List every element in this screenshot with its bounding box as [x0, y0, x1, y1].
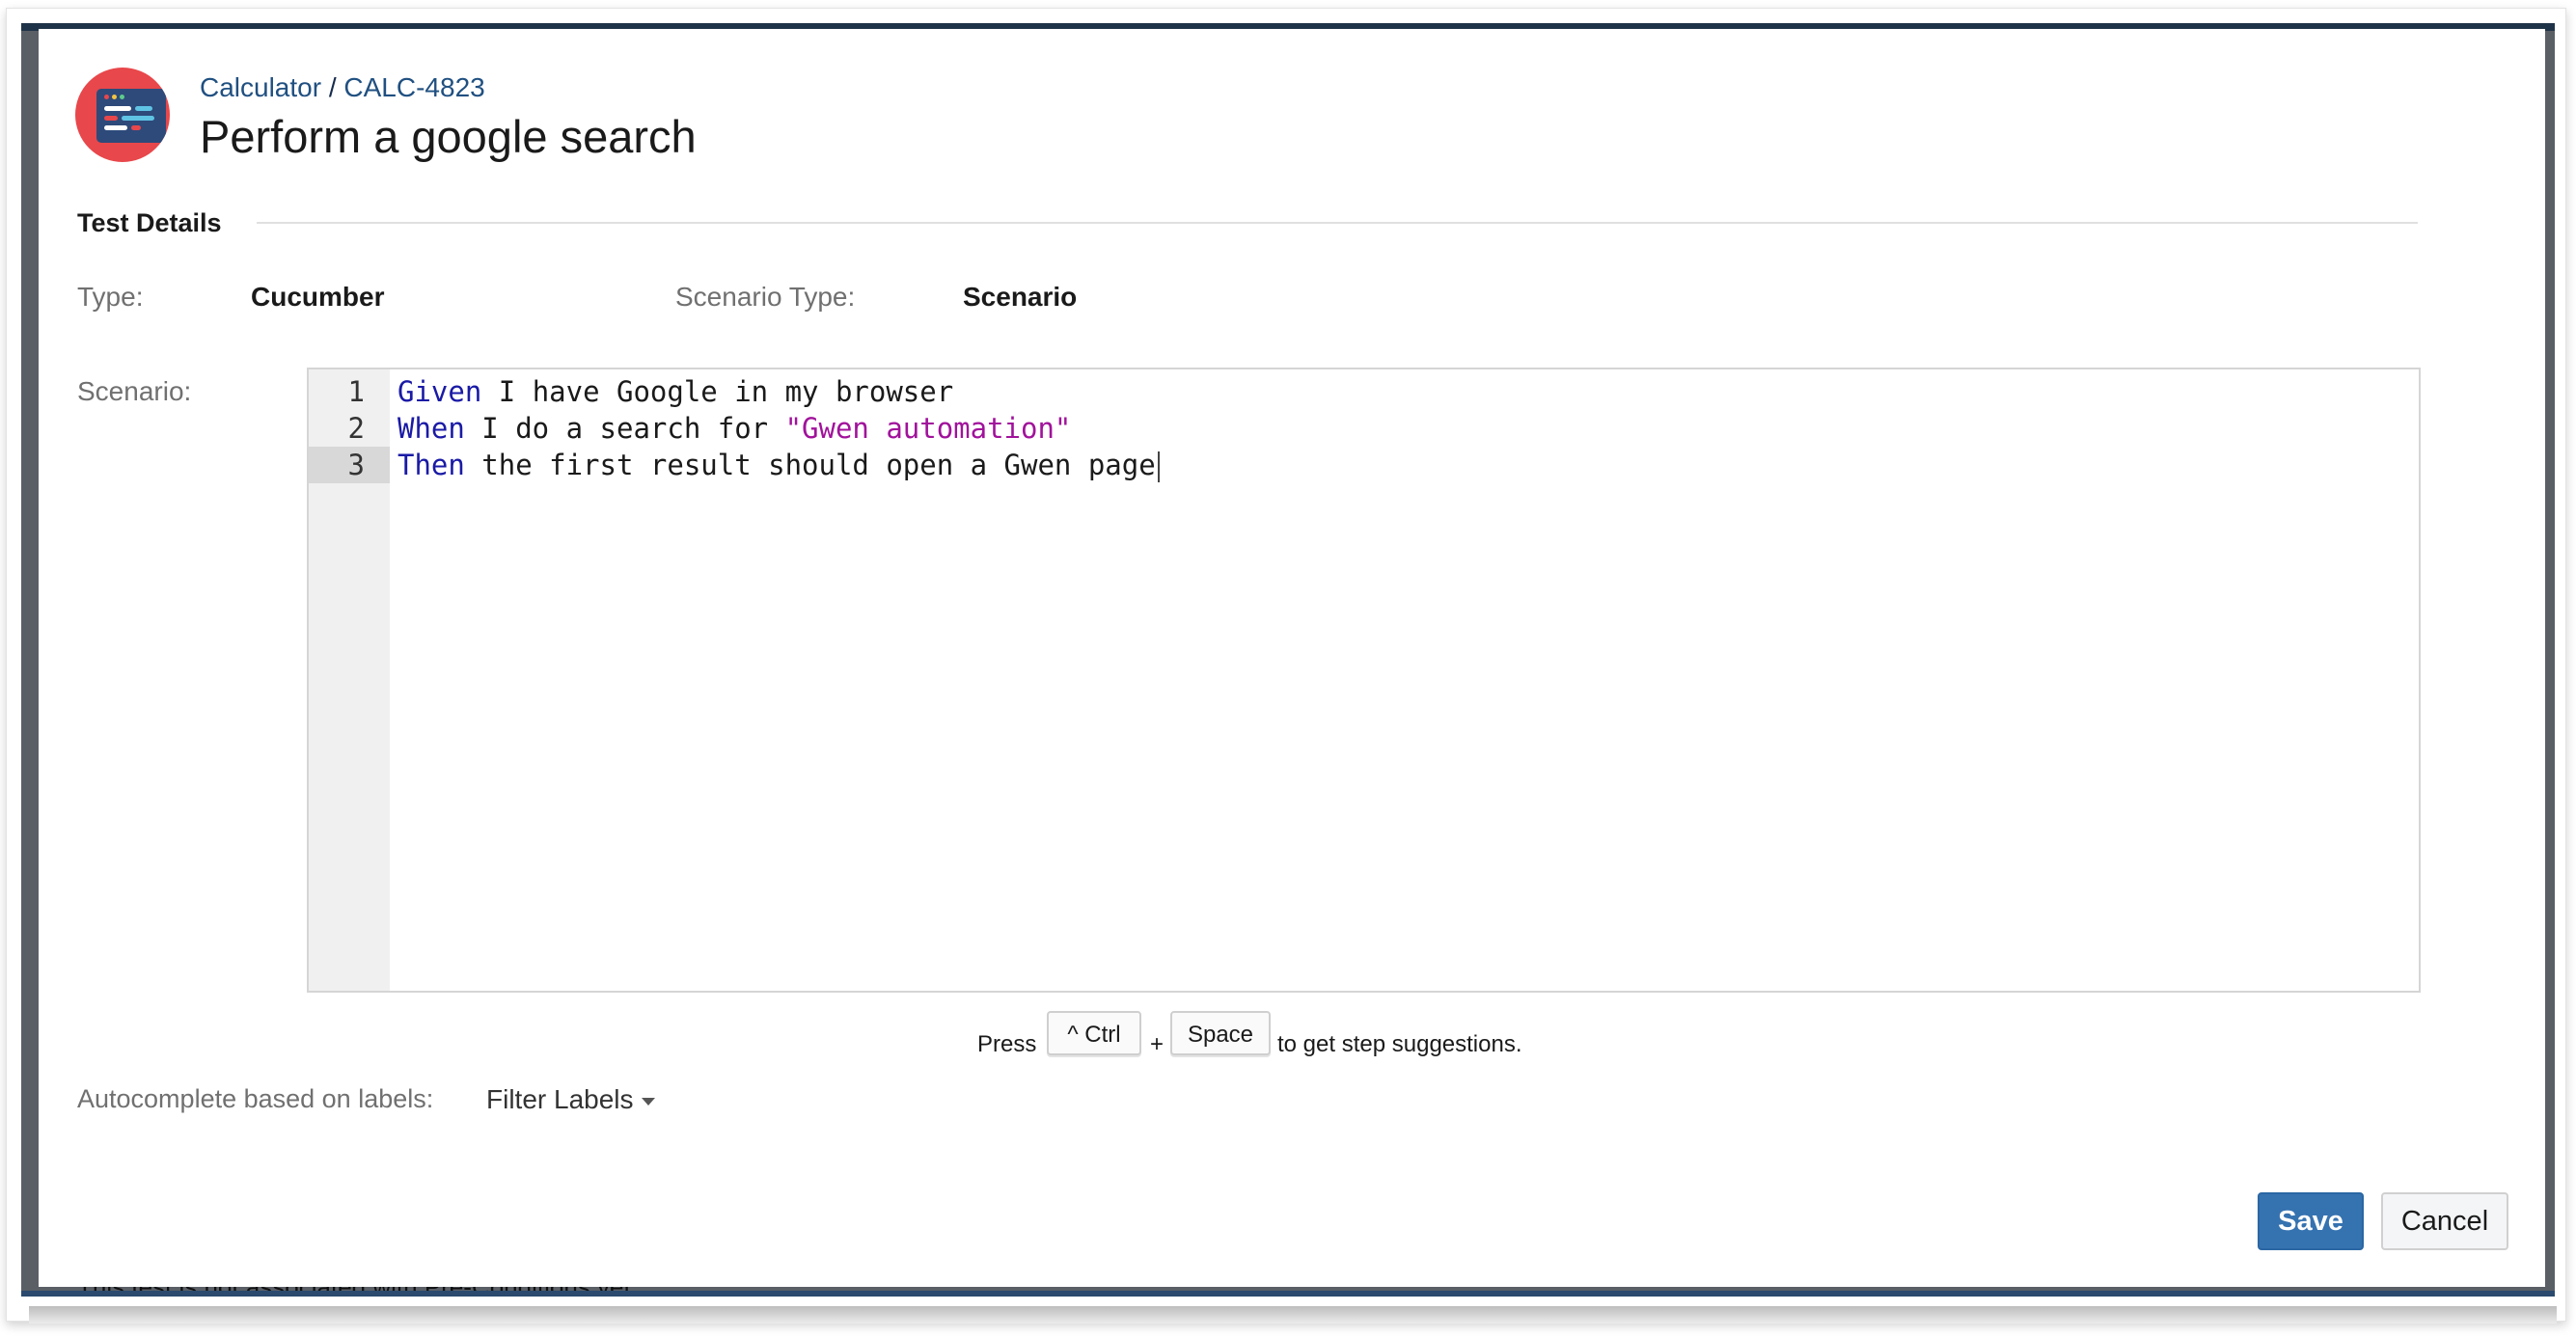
step-text: the first result should open a Gwen page: [464, 449, 1156, 481]
hint-plus: +: [1150, 1031, 1165, 1057]
code-line[interactable]: 2 When I do a search for "Gwen automatio…: [309, 410, 2419, 447]
frame-shadow: [29, 1306, 2557, 1324]
text-cursor: [1157, 451, 1160, 482]
breadcrumb-project-link[interactable]: Calculator: [200, 72, 321, 102]
breadcrumb-separator: /: [328, 72, 337, 102]
section-divider: [257, 222, 2418, 224]
section-heading: Test Details: [77, 208, 222, 237]
test-type-icon: [75, 68, 170, 162]
autocomplete-label: Autocomplete based on labels:: [77, 1084, 434, 1113]
step-string: "Gwen automation": [784, 412, 1072, 445]
line-number: 3: [309, 447, 390, 483]
filter-labels-text: Filter Labels: [486, 1084, 634, 1114]
type-value: Cucumber: [251, 282, 385, 312]
breadcrumb-issue-link[interactable]: CALC-4823: [343, 72, 484, 102]
gherkin-keyword: Given: [397, 375, 482, 408]
chevron-down-icon: [641, 1097, 655, 1106]
step-text: I do a search for: [464, 412, 785, 445]
backdrop-footer-bar: [21, 1291, 2555, 1297]
page-title: Perform a google search: [200, 111, 697, 162]
gherkin-keyword: Then: [397, 449, 465, 481]
ctrl-key: ^ Ctrl: [1047, 1011, 1141, 1055]
space-key: Space: [1170, 1011, 1271, 1055]
gherkin-keyword: When: [397, 412, 465, 445]
save-button[interactable]: Save: [2258, 1192, 2364, 1250]
scenario-label: Scenario:: [77, 376, 192, 406]
hint-suffix-text: to get step suggestions.: [1277, 1031, 1522, 1057]
line-number: 1: [347, 375, 365, 408]
cancel-button[interactable]: Cancel: [2381, 1192, 2508, 1250]
scenario-type-value: Scenario: [963, 282, 1078, 312]
line-number: 2: [347, 412, 365, 445]
filter-labels-dropdown[interactable]: Filter Labels: [486, 1084, 655, 1115]
edit-test-dialog: Calculator / CALC-4823 Perform a google …: [39, 29, 2545, 1287]
scenario-code-editor[interactable]: 1 Given I have Google in my browser 2 Wh…: [307, 368, 2421, 993]
hint-press-text: Press: [977, 1031, 1037, 1057]
code-line[interactable]: 1 Given I have Google in my browser: [309, 373, 2419, 410]
breadcrumb: Calculator / CALC-4823: [200, 72, 485, 103]
code-line-active[interactable]: 3 Then the first result should open a Gw…: [309, 447, 2419, 483]
code-window-icon: [96, 89, 166, 143]
scenario-type-label: Scenario Type:: [675, 282, 856, 312]
step-text: I have Google in my browser: [481, 375, 954, 408]
type-label: Type:: [77, 282, 144, 312]
